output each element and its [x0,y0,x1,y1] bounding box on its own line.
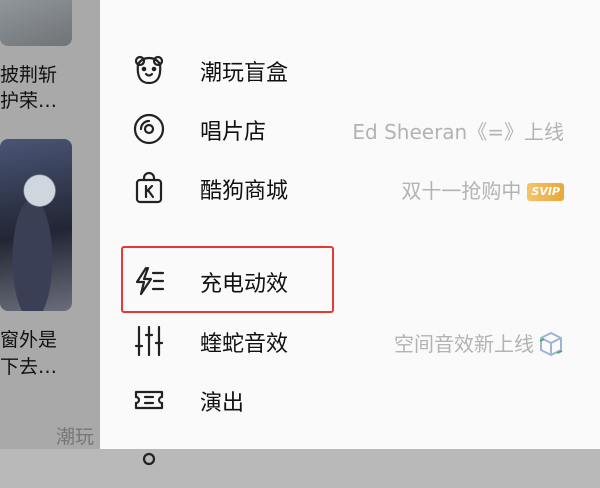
menu-item-performances[interactable]: 演出 [100,371,600,429]
partial-item-icon [132,442,166,476]
menu-item-label: 演出 [200,391,245,416]
cube-icon [538,331,564,357]
promo-text: 双十一抢购中 [401,179,522,203]
equalizer-sliders-icon [132,324,166,358]
background-cover-image [0,0,72,46]
menu-item-mall[interactable]: 酷狗商城 双十一抢购中 SVIP [100,159,600,217]
menu-item-partial[interactable] [100,430,600,488]
highlight-annotation-box [121,246,334,313]
menu-item-blind-box[interactable]: 潮玩盲盒 [100,41,600,99]
menu-item-label: 酷狗商城 [200,179,289,204]
ticket-icon [132,383,166,417]
menu-item-description: 空间音效新上线 [394,328,564,357]
menu-item-description: 双十一抢购中 SVIP [401,175,564,204]
side-menu: 潮玩盲盒 唱片店 Ed Sheeran《=》上线 酷狗商城 双十一抢购中 SVIP [100,0,600,466]
menu-item-record-store[interactable]: 唱片店 Ed Sheeran《=》上线 [100,100,600,158]
bear-face-icon [132,53,166,87]
background-text: 窗外是 [0,329,58,351]
background-text: 披荆斩 [0,64,58,86]
background-text: 下去… [0,356,58,378]
menu-item-label: 蝰蛇音效 [200,332,289,357]
background-page: 披荆斩 护荣… 窗外是 下去… [0,0,100,449]
shopping-bag-k-icon [132,171,166,205]
vinyl-record-icon [132,112,166,146]
menu-item-label: 潮玩盲盒 [200,61,289,86]
menu-item-label: 唱片店 [200,120,267,145]
menu-item-sound-effects[interactable]: 蝰蛇音效 空间音效新上线 [100,312,600,370]
menu-item-description: Ed Sheeran《=》上线 [352,120,564,144]
svip-badge: SVIP [527,183,564,201]
background-text: 潮玩 [56,426,95,448]
background-text: 护荣… [0,90,58,112]
promo-text: 空间音效新上线 [394,332,534,356]
background-artwork-image [0,139,72,311]
